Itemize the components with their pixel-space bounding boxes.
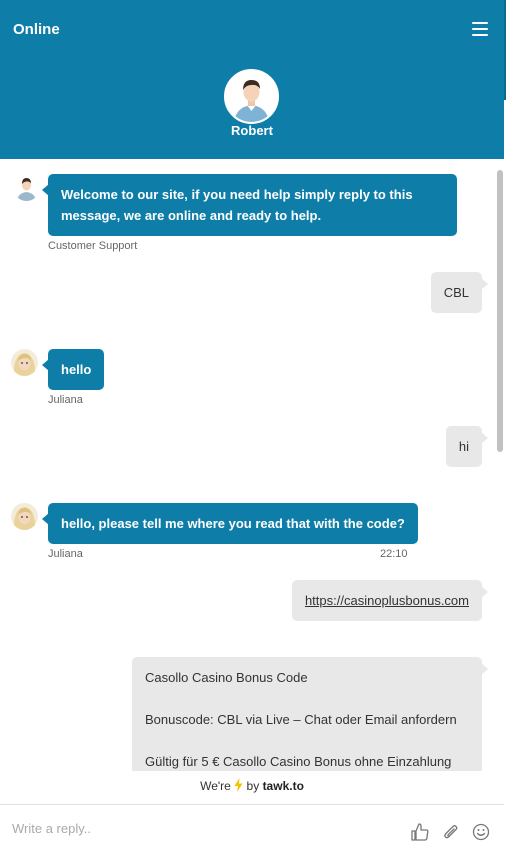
visitor-message-bubble: https://casinoplusbonus.com [291, 580, 489, 621]
message-time: 22:10 [380, 548, 408, 560]
message-composer [0, 804, 504, 849]
hamburger-menu-icon[interactable] [472, 22, 488, 36]
message-list[interactable]: Welcome to our site, if you need help si… [0, 159, 496, 771]
thumbs-up-icon[interactable] [410, 822, 430, 842]
agent-avatar [224, 69, 279, 124]
emoji-icon[interactable] [471, 822, 491, 842]
support-avatar [13, 174, 40, 201]
reply-input[interactable] [12, 821, 392, 836]
message-sender: Customer Support [48, 240, 138, 252]
message-bubble: hello, please tell me where you read tha… [42, 503, 418, 544]
juliana-avatar [11, 349, 38, 376]
branding-by: by [246, 779, 260, 793]
branding-prefix: We're [200, 779, 231, 793]
message-line: Bonuscode: CBL via Live – Chat oder Emai… [145, 712, 457, 727]
visitor-message-bubble: Casollo Casino Bonus Code Bonuscode: CBL… [132, 657, 488, 771]
message-sender: Juliana [48, 394, 83, 406]
message-line: Gültig für 5 € Casollo Casino Bonus ohne… [145, 754, 452, 769]
message-bubble: Welcome to our site, if you need help si… [42, 174, 457, 236]
message-line: Casollo Casino Bonus Code [145, 670, 308, 685]
visitor-message-bubble: CBL [430, 272, 489, 313]
brand-name: tawk.to [262, 779, 304, 793]
status-title: Online [13, 21, 60, 38]
chat-header: Online Robert [0, 0, 504, 159]
agent-name: Robert [231, 123, 273, 138]
scrollbar-thumb[interactable] [497, 170, 503, 452]
lightning-icon [234, 778, 243, 792]
message-bubble: hello [41, 349, 105, 390]
message-link[interactable]: https://casinoplusbonus.com [305, 593, 469, 608]
paperclip-icon[interactable] [441, 822, 461, 842]
message-sender: Juliana [48, 548, 83, 560]
juliana-avatar [11, 503, 38, 530]
powered-by[interactable]: We're by tawk.to [0, 778, 504, 793]
visitor-message-bubble: hi [445, 426, 489, 467]
